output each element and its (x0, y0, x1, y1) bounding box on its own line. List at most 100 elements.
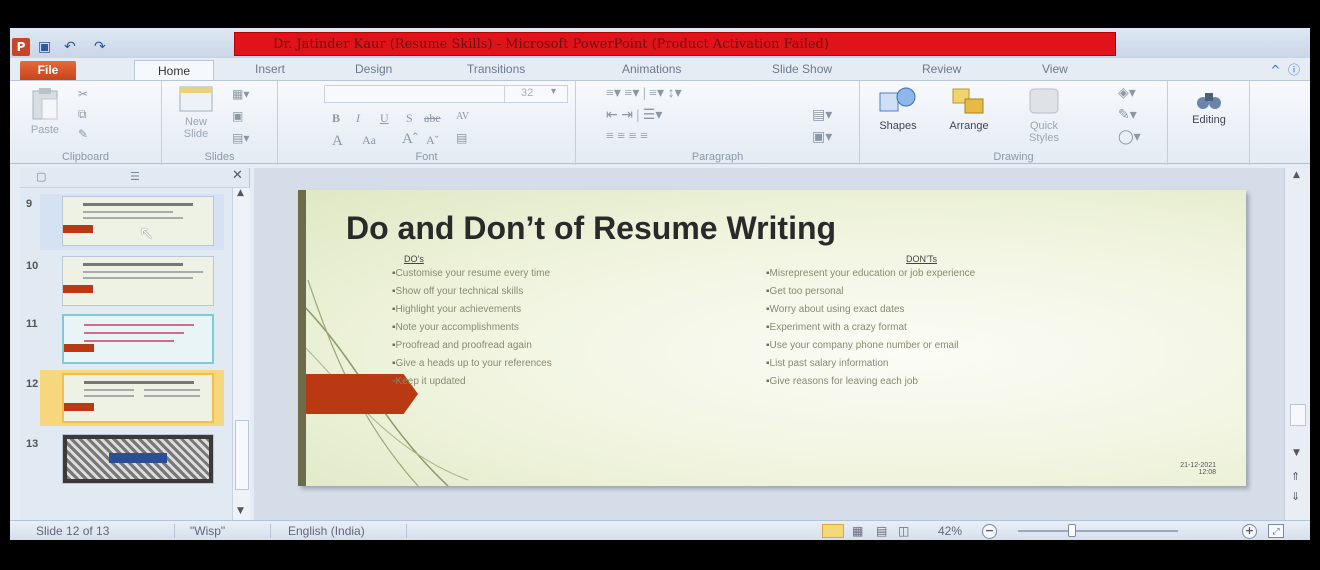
fit-to-window-icon[interactable]: ⤢ (1268, 524, 1284, 538)
layout-icon[interactable]: ▦▾ (232, 87, 249, 102)
undo-icon[interactable]: ↶ (64, 38, 76, 56)
slide-sorter-icon[interactable]: ▦ (852, 524, 863, 538)
scroll-down-icon[interactable]: ▼ (237, 506, 244, 516)
quick-styles-label-1: Quick (1029, 120, 1059, 132)
section-icon[interactable]: ▤▾ (232, 131, 249, 146)
slide-counter: Slide 12 of 13 (36, 524, 110, 538)
italic-button[interactable]: I (356, 111, 360, 126)
smartart-icon[interactable]: ▣▾ (812, 129, 832, 146)
tab-file[interactable]: File (20, 61, 76, 80)
previous-slide-icon[interactable]: ⇑ (1291, 470, 1300, 483)
tab-transitions[interactable]: Transitions (467, 62, 525, 76)
slides-group: New Slide ▦▾ ▣ ▤▾ Slides (162, 81, 278, 165)
tab-animations[interactable]: Animations (622, 62, 681, 76)
reset-icon[interactable]: ▣ (232, 109, 243, 124)
shadow-button[interactable]: S (406, 111, 413, 126)
cut-icon[interactable]: ✂ (78, 87, 88, 102)
new-slide-button[interactable]: New Slide (170, 85, 222, 140)
paste-label: Paste (30, 124, 60, 136)
quick-styles-button[interactable]: Quick Styles (1012, 85, 1076, 144)
bold-button[interactable]: B (332, 111, 340, 126)
language-indicator[interactable]: English (India) (288, 524, 365, 538)
scroll-thumb[interactable] (1290, 404, 1306, 426)
paste-button[interactable]: Paste (22, 87, 68, 136)
slideshow-view-icon[interactable]: ◫ (898, 524, 909, 538)
copy-icon[interactable]: ⧉ (78, 107, 87, 122)
donts-item: Use your company phone number or email (766, 340, 959, 351)
clear-formatting-icon[interactable]: ▤ (456, 131, 467, 146)
donts-item: Get too personal (766, 286, 844, 297)
tab-slide-show[interactable]: Slide Show (772, 62, 832, 76)
bullets-icon[interactable]: ≡▾ ≡▾ | ≡▾ ↕▾ (606, 85, 682, 102)
donts-item: List past salary information (766, 358, 889, 369)
slide-thumbnail-9[interactable]: ↖ (62, 196, 214, 246)
editing-button[interactable]: Editing (1178, 89, 1240, 126)
format-painter-icon[interactable]: ✎ (78, 127, 88, 142)
tab-review[interactable]: Review (922, 62, 961, 76)
redo-icon[interactable]: ↷ (94, 38, 106, 56)
normal-view-icon[interactable] (822, 524, 844, 538)
scroll-down-icon[interactable]: ▼ (1293, 448, 1300, 458)
theme-name[interactable]: "Wisp" (190, 524, 225, 538)
underline-button[interactable]: U (380, 111, 389, 126)
font-family-select[interactable] (325, 86, 505, 102)
slide-thumbnail-10[interactable] (62, 256, 214, 306)
ribbon: Paste ✂ ⧉ ✎ Clipboard New Slide ▦▾ ▣ ▤▾ … (10, 80, 1310, 165)
font-size-select[interactable]: 32 (521, 87, 533, 99)
strikethrough-button[interactable]: abe (424, 111, 441, 126)
zoom-level[interactable]: 42% (938, 524, 962, 538)
powerpoint-logo-icon[interactable]: P (12, 38, 30, 56)
shapes-label: Shapes (879, 120, 917, 132)
grow-font-icon[interactable]: Aˆ (402, 131, 418, 148)
slide-title[interactable]: Do and Don’t of Resume Writing (346, 210, 836, 247)
character-spacing-button[interactable]: AV (456, 111, 469, 122)
zoom-out-icon[interactable]: − (982, 524, 997, 539)
outline-tab-icon[interactable]: ☰ (130, 170, 140, 183)
indent-icon[interactable]: ⇤ ⇥ | ☰▾ (606, 107, 662, 124)
shapes-button[interactable]: Shapes (868, 85, 928, 132)
slide-editor: Do and Don’t of Resume Writing DO’s DON’… (254, 168, 1284, 520)
quick-styles-label-2: Styles (1029, 132, 1059, 144)
shape-fill-icon[interactable]: ◈▾ (1118, 85, 1136, 102)
donts-item: Experiment with a crazy format (766, 322, 907, 333)
editor-scrollbar[interactable]: ▲ ▼ ⇑ ⇓ (1284, 168, 1310, 520)
tab-design[interactable]: Design (355, 62, 392, 76)
slides-tab-icon[interactable]: ▢ (36, 170, 46, 183)
save-icon[interactable]: ▣ (38, 38, 51, 56)
donts-item: Misrepresent your education or job exper… (766, 268, 976, 279)
scroll-up-icon[interactable]: ▲ (1293, 170, 1300, 180)
paragraph-label: Paragraph (691, 151, 744, 163)
shrink-font-icon[interactable]: Aˇ (426, 133, 439, 148)
help-icon[interactable]: ^ ⓘ (1270, 61, 1300, 78)
shape-effects-icon[interactable]: ◯▾ (1118, 129, 1141, 146)
slide-canvas[interactable]: Do and Don’t of Resume Writing DO’s DON’… (298, 190, 1246, 486)
panel-scrollbar[interactable]: ▲ ▼ (232, 188, 250, 520)
change-case-button[interactable]: Aa (362, 133, 376, 148)
slide-thumbnail-13[interactable] (62, 434, 214, 484)
next-slide-icon[interactable]: ⇓ (1291, 490, 1300, 503)
slide-thumbnail-12[interactable] (62, 373, 214, 423)
font-label: Font (415, 151, 438, 163)
font-color-button[interactable]: A (332, 133, 343, 150)
reading-view-icon[interactable]: ▤ (876, 524, 887, 538)
arrange-button[interactable]: Arrange (934, 85, 1004, 132)
donts-item: Give reasons for leaving each job (766, 376, 918, 387)
text-direction-icon[interactable]: ▤▾ (812, 107, 832, 124)
close-icon[interactable]: ✕ (232, 168, 243, 183)
tab-home[interactable]: Home (134, 60, 214, 82)
slide-time-text: 12:08 (1198, 469, 1216, 476)
align-icons[interactable]: ≡ ≡ ≡ ≡ (606, 129, 648, 145)
zoom-in-icon[interactable]: + (1242, 524, 1257, 539)
tab-view[interactable]: View (1042, 62, 1068, 76)
new-slide-label-1: New (184, 116, 207, 128)
zoom-slider[interactable] (1018, 530, 1178, 532)
title-banner: Dr. Jatinder Kaur (Resume Skills) - Micr… (234, 32, 1116, 56)
font-box: 32 ▾ (324, 85, 568, 103)
scroll-up-icon[interactable]: ▲ (237, 188, 244, 198)
shape-outline-icon[interactable]: ✎▾ (1118, 107, 1137, 124)
tab-insert[interactable]: Insert (255, 62, 285, 76)
zoom-slider-thumb[interactable] (1068, 524, 1076, 537)
scroll-thumb[interactable] (235, 420, 249, 490)
slide-thumbnail-11[interactable] (62, 314, 214, 364)
chevron-down-icon[interactable]: ▾ (551, 86, 556, 97)
